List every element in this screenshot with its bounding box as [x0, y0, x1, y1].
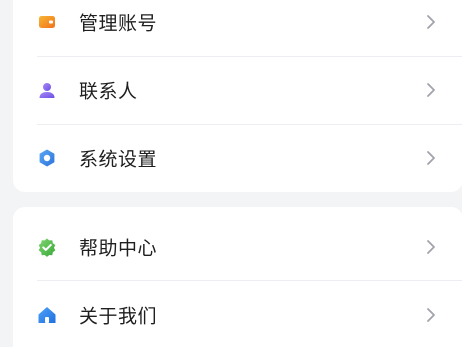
menu-card-help: 帮助中心 关于我们 [13, 207, 462, 347]
chevron-right-icon [425, 150, 437, 166]
menu-item-about-us[interactable]: 关于我们 [13, 281, 462, 347]
gear-icon [37, 148, 57, 168]
menu-card-account: 管理账号 联系人 系统设置 [13, 0, 462, 192]
home-icon [37, 305, 57, 325]
menu-item-label: 关于我们 [79, 305, 158, 328]
menu-item-help-center[interactable]: 帮助中心 [13, 213, 462, 281]
chevron-right-icon [425, 239, 437, 255]
chevron-right-icon [425, 82, 437, 98]
menu-item-contacts[interactable]: 联系人 [13, 56, 462, 124]
settings-menu-page: 管理账号 联系人 系统设置 帮助中心 关于我们 [0, 0, 462, 347]
person-icon [37, 80, 57, 100]
menu-item-label: 帮助中心 [79, 237, 158, 260]
menu-item-label: 管理账号 [79, 12, 158, 35]
shield-check-icon [37, 237, 57, 257]
menu-item-manage-account[interactable]: 管理账号 [13, 0, 462, 56]
menu-item-label: 联系人 [79, 80, 138, 103]
chevron-right-icon [425, 14, 437, 30]
menu-item-label: 系统设置 [79, 148, 158, 171]
chevron-right-icon [425, 307, 437, 323]
menu-item-system-settings[interactable]: 系统设置 [13, 124, 462, 192]
wallet-icon [37, 12, 57, 32]
